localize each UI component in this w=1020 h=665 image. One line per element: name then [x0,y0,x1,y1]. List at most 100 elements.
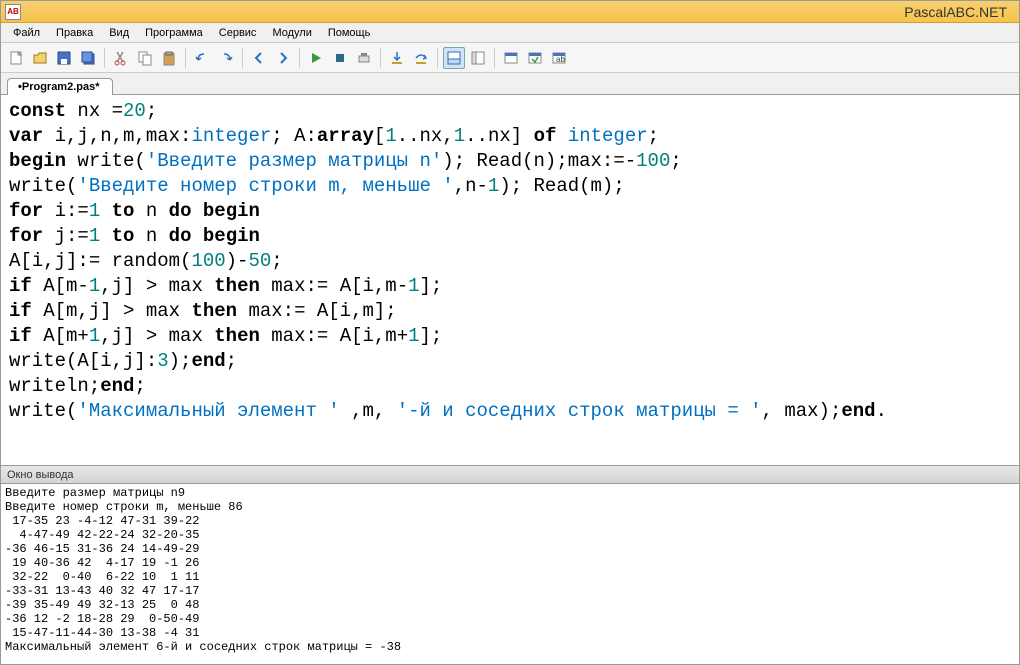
code-text: write( [66,150,146,172]
code-text: ); Read(m); [499,175,624,197]
code-text: A[i,j]:= random( [9,250,191,272]
kw-do: do [169,200,192,222]
type-integer: integer [568,125,648,147]
save-all-icon[interactable] [77,47,99,69]
panel-icon[interactable] [443,47,465,69]
kw-if: if [9,300,32,322]
code-text: i:= [43,200,89,222]
run-icon[interactable] [305,47,327,69]
output-header: Окно вывода [1,466,1019,484]
kw-begin: begin [9,150,66,172]
string: 'Введите номер строки m, меньше ' [77,175,453,197]
kw-of: of [534,125,557,147]
menu-file[interactable]: Файл [5,25,48,41]
code-text: ,n- [454,175,488,197]
redo-icon[interactable] [215,47,237,69]
string: 'Максимальный элемент ' [77,400,339,422]
code-text: ; [134,375,145,397]
compile-icon[interactable] [353,47,375,69]
separator [380,48,381,68]
copy-icon[interactable] [134,47,156,69]
cut-icon[interactable] [110,47,132,69]
menu-program[interactable]: Программа [137,25,211,41]
stop-icon[interactable] [329,47,351,69]
code-text: nx, [420,125,454,147]
code-text: A[m,j] > max [32,300,192,322]
code-text: ; [648,125,659,147]
menu-edit[interactable]: Правка [48,25,101,41]
code-text: writeln; [9,375,100,397]
code-editor[interactable]: const nx =20; var i,j,n,m,max:integer; A… [1,95,1019,466]
code-text: max:= A[i,m- [260,275,408,297]
window2-icon[interactable] [524,47,546,69]
separator [242,48,243,68]
code-text: j:= [43,225,89,247]
new-file-icon[interactable] [5,47,27,69]
kw-const: const [9,100,66,122]
num: 3 [157,350,168,372]
code-text: max:= A[i,m+ [260,325,408,347]
kw-if: if [9,325,32,347]
kw-for: for [9,225,43,247]
kw-then: then [214,325,260,347]
kw-end: end [841,400,875,422]
code-text: .. [397,125,420,147]
kw-array: array [317,125,374,147]
code-text: max:= A[i,m]; [237,300,397,322]
nav-forward-icon[interactable] [272,47,294,69]
output-window[interactable]: Введите размер матрицы n9 Введите номер … [1,484,1019,664]
code-text: ; [271,250,282,272]
num: 20 [123,100,146,122]
code-text: ,j] > max [100,275,214,297]
step-over-icon[interactable] [410,47,432,69]
code-text: )- [226,250,249,272]
num: 1 [454,125,465,147]
window3-icon[interactable]: ab [548,47,570,69]
num: 1 [89,200,100,222]
kw-to: to [112,200,135,222]
code-text: write(A[i,j]: [9,350,157,372]
string: '-й и соседних строк матрицы = ' [397,400,762,422]
num: 1 [488,175,499,197]
save-icon[interactable] [53,47,75,69]
separator [185,48,186,68]
menu-view[interactable]: Вид [101,25,137,41]
window1-icon[interactable] [500,47,522,69]
open-file-icon[interactable] [29,47,51,69]
kw-to: to [112,225,135,247]
type-integer: integer [191,125,271,147]
kw-then: then [214,275,260,297]
kw-for: for [9,200,43,222]
num: 50 [248,250,271,272]
menu-modules[interactable]: Модули [264,25,319,41]
kw-if: if [9,275,32,297]
kw-do: do [169,225,192,247]
code-text: nx = [66,100,123,122]
undo-icon[interactable] [191,47,213,69]
num: 1 [408,325,419,347]
code-text: n [134,200,168,222]
kw-end: end [191,350,225,372]
menu-help[interactable]: Помощь [320,25,379,41]
menu-service[interactable]: Сервис [211,25,265,41]
app-icon: AB [5,4,21,20]
code-text: ] [511,125,534,147]
paste-icon[interactable] [158,47,180,69]
kw-end: end [100,375,134,397]
code-text: n [134,225,168,247]
num: 100 [191,250,225,272]
code-text: [ [374,125,385,147]
code-text: ; [670,150,681,172]
panel2-icon[interactable] [467,47,489,69]
nav-back-icon[interactable] [248,47,270,69]
separator [104,48,105,68]
code-text: write( [9,175,77,197]
step-into-icon[interactable] [386,47,408,69]
svg-text:ab: ab [556,55,565,64]
toolbar: ab [1,43,1019,73]
string: 'Введите размер матрицы n' [146,150,442,172]
separator [299,48,300,68]
tab-program2[interactable]: •Program2.pas* [7,78,113,95]
code-text: ,j] > max [100,325,214,347]
num: 1 [408,275,419,297]
